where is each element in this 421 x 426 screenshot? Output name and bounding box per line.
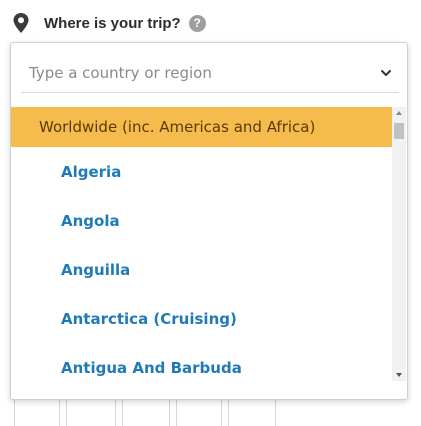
background-fields [14, 396, 314, 426]
scroll-thumb[interactable] [394, 123, 404, 139]
option-antigua-and-barbuda[interactable]: Antigua And Barbuda [11, 348, 393, 388]
scroll-up-arrow-icon[interactable] [392, 107, 406, 119]
list-scrollbar[interactable] [392, 107, 406, 381]
chevron-down-icon[interactable] [379, 66, 393, 80]
option-algeria[interactable]: Algeria [11, 152, 393, 192]
country-options-list[interactable]: Worldwide (inc. Americas and Africa) Alg… [11, 107, 393, 399]
scroll-down-arrow-icon[interactable] [392, 369, 406, 381]
option-antarctica[interactable]: Antarctica (Cruising) [11, 299, 393, 339]
background-tile [14, 396, 60, 426]
option-angola[interactable]: Angola [11, 201, 393, 241]
option-worldwide[interactable]: Worldwide (inc. Americas and Africa) [11, 107, 393, 147]
country-dropdown[interactable]: Worldwide (inc. Americas and Africa) Alg… [10, 42, 408, 400]
background-tile [228, 396, 276, 426]
background-tile [176, 396, 222, 426]
map-pin-icon [13, 13, 29, 33]
country-search-input[interactable] [29, 55, 369, 91]
search-row [21, 55, 399, 93]
background-tile [122, 396, 170, 426]
background-tile [66, 396, 116, 426]
question-label: Where is your trip? [44, 14, 181, 32]
option-anguilla[interactable]: Anguilla [11, 250, 393, 290]
help-icon[interactable]: ? [188, 14, 206, 32]
trip-location-question: Where is your trip? ? [12, 10, 206, 36]
